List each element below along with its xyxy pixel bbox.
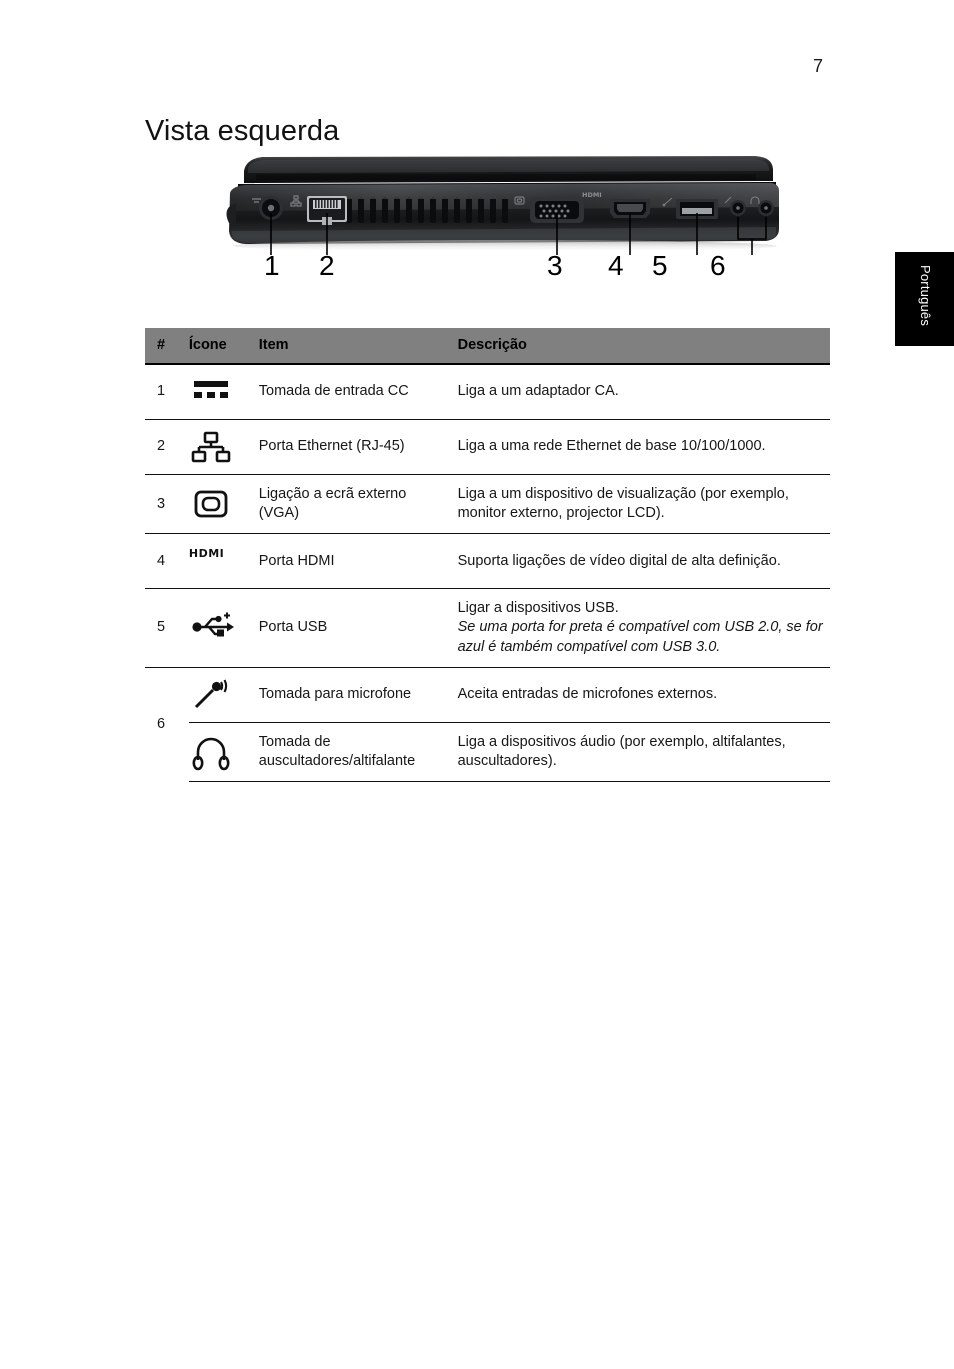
row-description: Suporta ligações de vídeo digital de alt… xyxy=(457,533,830,590)
row-item: Ligação a ecrã externo (VGA) xyxy=(258,474,458,535)
callout-label-5: 5 xyxy=(652,250,668,281)
row-number: 5 xyxy=(145,588,189,668)
header-num: # xyxy=(145,328,189,365)
row-number: 3 xyxy=(145,474,189,535)
table-row: 6 Tomada para microfone Aceita entradas … xyxy=(145,667,830,732)
microphone-icon xyxy=(189,678,245,712)
row-icon-cell xyxy=(188,419,259,475)
table-row: 3 Ligação a ecrã externo (VGA) Liga a um… xyxy=(145,474,830,535)
language-tab: Português xyxy=(895,252,954,346)
callout-label-3: 3 xyxy=(547,250,563,281)
row-icon-cell xyxy=(188,364,259,420)
page-title: Vista esquerda xyxy=(145,115,340,148)
table-row: 5 Porta USB Ligar a dispositivos USB. Se… xyxy=(145,588,830,668)
callout-label-1: 1 xyxy=(264,250,280,281)
ports-spec-table: # Ícone Item Descrição 1 Tomada de entra… xyxy=(145,328,830,782)
ethernet-icon xyxy=(189,430,245,464)
row-item: Porta USB xyxy=(258,588,458,668)
header-desc: Descrição xyxy=(457,328,830,365)
row-number: 6 xyxy=(157,715,166,732)
row-item: Porta Ethernet (RJ-45) xyxy=(258,419,458,475)
row-item: Tomada de auscultadores/altifalante xyxy=(258,722,458,782)
row-icon-cell xyxy=(188,474,259,535)
row-item: Tomada de entrada CC xyxy=(258,364,458,420)
row-number: 2 xyxy=(145,419,189,475)
table-row: 2 Porta Ethernet (RJ-45) Liga a uma rede… xyxy=(145,419,830,475)
table-header-row: # Ícone Item Descrição xyxy=(145,328,830,365)
table-row: 1 Tomada de entrada CC Liga a um adaptad… xyxy=(145,364,830,420)
external-display-icon xyxy=(189,487,245,521)
header-item: Item xyxy=(258,328,458,365)
row-description: Ligar a dispositivos USB. xyxy=(457,600,619,617)
row-item: Tomada para microfone xyxy=(258,667,458,723)
hdmi-wordmark: HDMI xyxy=(188,547,225,561)
dc-in-icon xyxy=(189,375,245,409)
row-description-italic: Se uma porta for preta é compatível com … xyxy=(457,619,823,655)
table-row: 4 HDMI Porta HDMI Suporta ligações de ví… xyxy=(145,533,830,590)
row-description: Liga a um adaptador CA. xyxy=(457,364,830,420)
svg-text:HDMI: HDMI xyxy=(582,191,602,199)
page-number: 7 xyxy=(812,56,823,76)
callout-label-6: 6 xyxy=(710,250,726,281)
row-description: Liga a dispositivos áudio (por exemplo, … xyxy=(457,722,830,782)
row-number: 4 xyxy=(145,533,189,590)
callout-label-4: 4 xyxy=(608,250,624,281)
laptop-lid xyxy=(244,156,773,183)
row-icon-cell xyxy=(188,588,259,668)
header-icon: Ícone xyxy=(188,328,259,365)
row-icon-cell: HDMI xyxy=(188,533,259,590)
row-icon-cell xyxy=(188,722,259,782)
row-icon-cell xyxy=(188,667,259,723)
callout-label-2: 2 xyxy=(319,250,335,281)
row-number: 1 xyxy=(145,364,189,420)
language-tab-label: Português xyxy=(918,265,933,327)
usb-icon xyxy=(189,611,245,645)
row-description: Liga a uma rede Ethernet de base 10/100/… xyxy=(457,419,830,475)
hdmi-icon: HDMI xyxy=(189,544,245,578)
headphones-icon xyxy=(189,735,245,771)
laptop-left-side-figure: HDMI xyxy=(210,147,780,292)
row-description: Liga a um dispositivo de visualização (p… xyxy=(457,474,830,535)
table-row: Tomada de auscultadores/altifalante Liga… xyxy=(145,722,830,782)
row-description: Aceita entradas de microfones externos. xyxy=(457,667,830,723)
row-item: Porta HDMI xyxy=(258,533,458,590)
row-description-group: Ligar a dispositivos USB. Se uma porta f… xyxy=(457,588,830,668)
